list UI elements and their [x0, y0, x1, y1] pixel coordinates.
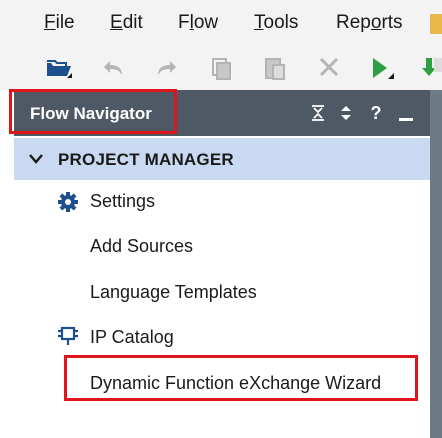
menu-reports[interactable]: Reports	[336, 12, 403, 34]
menu-flow-pre: F	[178, 12, 190, 33]
menu-bar: File Edit Flow Tools Reports	[0, 0, 442, 46]
menu-reports-mnemonic: o	[370, 12, 382, 33]
menu-reports-label: rts	[381, 12, 403, 33]
menu-tools[interactable]: Tools	[254, 12, 298, 34]
panel-border	[430, 90, 442, 438]
menu-tools-label: ools	[263, 12, 299, 33]
menu-flow[interactable]: Flow	[178, 12, 218, 34]
download-icon[interactable]	[420, 54, 442, 82]
menu-file-label: ile	[55, 12, 75, 33]
menu-edit-label: dit	[122, 12, 143, 33]
title-highlight-box	[9, 89, 177, 134]
menu-reports-pre: Rep	[336, 12, 371, 33]
undo-icon[interactable]	[98, 54, 128, 82]
section-label: PROJECT MANAGER	[58, 150, 234, 169]
dfx-highlight-box	[64, 355, 418, 401]
chevron-down-icon[interactable]	[28, 152, 44, 166]
menu-edit[interactable]: Edit	[110, 12, 143, 34]
nav-item-add-sources[interactable]: Add Sources	[90, 236, 193, 257]
toolbar	[0, 46, 442, 90]
nav-item-language-templates[interactable]: Language Templates	[90, 282, 257, 303]
menu-overflow-icon	[430, 14, 442, 34]
ip-catalog-icon	[57, 325, 79, 347]
expand-all-icon[interactable]	[336, 103, 356, 123]
collapse-all-icon[interactable]	[308, 103, 328, 123]
menu-tools-mnemonic: T	[254, 12, 264, 33]
minimize-icon[interactable]	[396, 103, 416, 123]
section-project-manager[interactable]: PROJECT MANAGER	[14, 138, 430, 180]
menu-file[interactable]: File	[44, 12, 75, 34]
menu-file-mnemonic: F	[44, 12, 56, 33]
redo-icon[interactable]	[152, 54, 182, 82]
copy-icon[interactable]	[206, 54, 236, 82]
menu-edit-mnemonic: E	[110, 12, 123, 33]
run-icon[interactable]	[366, 54, 396, 82]
gear-icon	[57, 191, 79, 213]
nav-item-ip-catalog[interactable]: IP Catalog	[90, 327, 174, 348]
nav-item-settings[interactable]: Settings	[90, 191, 155, 212]
help-icon[interactable]: ?	[366, 103, 386, 123]
menu-flow-label: ow	[193, 12, 219, 33]
open-project-icon[interactable]	[44, 54, 74, 82]
paste-icon[interactable]	[260, 54, 290, 82]
delete-icon[interactable]	[314, 54, 344, 82]
svg-text:?: ?	[371, 103, 382, 123]
